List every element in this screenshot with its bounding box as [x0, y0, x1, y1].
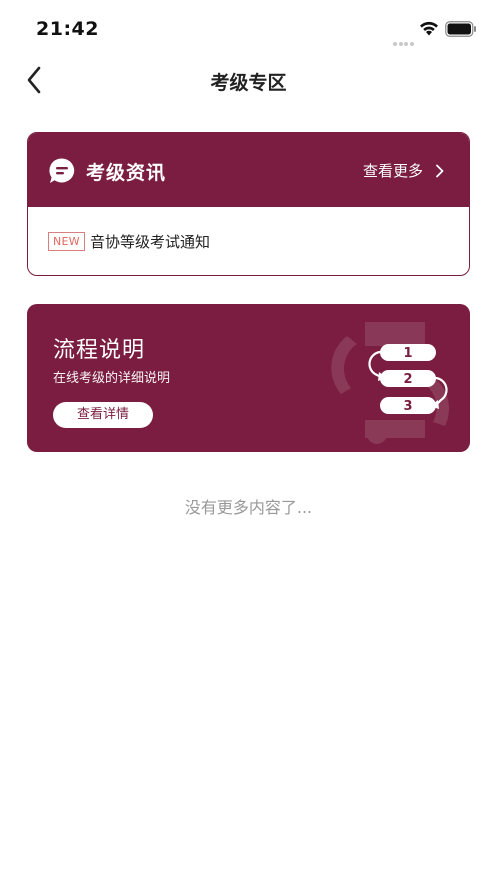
status-bar: 21:42 [0, 0, 497, 56]
nav-bar: 考级专区 [0, 56, 497, 104]
flow-title: 流程说明 [53, 338, 146, 363]
news-more-label: 查看更多 [362, 162, 423, 180]
step-1-label: 1 [403, 346, 412, 361]
process-steps-icon: 1 2 3 [331, 322, 449, 444]
news-more-link[interactable]: 查看更多 [363, 160, 445, 181]
page-title: 考级专区 [210, 72, 287, 94]
chat-bubble-icon [49, 158, 75, 183]
no-more-text: 没有更多内容了... [184, 498, 313, 517]
chevron-right-icon [436, 164, 444, 177]
battery-icon [445, 21, 476, 37]
news-card: 考级资讯 查看更多 NEW 音协等级考试通知 [27, 132, 470, 276]
flow-subtitle: 在线考级的详细说明 [53, 371, 171, 386]
news-list-item[interactable]: NEW 音协等级考试通知 [48, 231, 210, 252]
signal-icon [393, 31, 415, 46]
flow-card[interactable]: 流程说明 在线考级的详细说明 查看详情 1 2 3 [27, 304, 470, 452]
new-badge: NEW [48, 232, 85, 251]
step-2-label: 2 [403, 372, 412, 387]
news-title: 考级资讯 [86, 162, 167, 184]
step-3-label: 3 [403, 399, 412, 414]
screen: 21:42 考级专区 考级资讯 查看更多 NEW 音协等级考试通知 流程说明 在… [0, 0, 497, 883]
view-details-button[interactable]: 查看详情 [53, 402, 153, 428]
news-header: 考级资讯 查看更多 [28, 133, 469, 207]
wifi-icon [420, 21, 438, 36]
status-time: 21:42 [36, 18, 99, 40]
news-item-title: 音协等级考试通知 [89, 233, 210, 251]
